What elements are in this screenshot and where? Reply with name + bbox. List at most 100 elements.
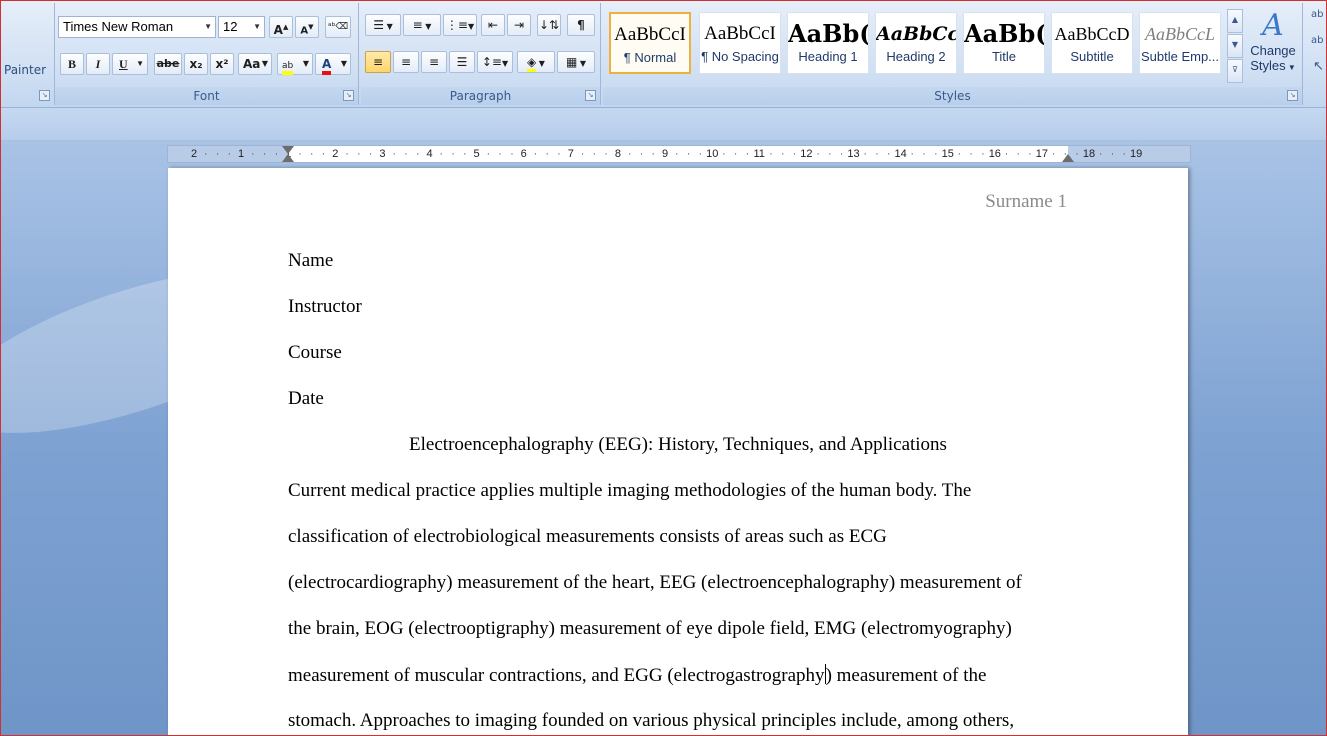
sort-button[interactable]: ↓⇅ (537, 14, 561, 36)
scroll-down-icon[interactable]: ▼ (1227, 34, 1243, 58)
style-sample: AaBbCcI (704, 23, 776, 44)
bold-button[interactable]: B (60, 53, 84, 75)
ruler-number: 2 (190, 148, 198, 160)
change-case-button[interactable]: Aa ▼ (238, 53, 272, 75)
justify-button[interactable]: ☰ (449, 51, 475, 73)
paint-bucket-icon: ◈ (527, 55, 537, 72)
align-center-button[interactable]: ≡ (393, 51, 419, 73)
justify-icon: ☰ (456, 55, 468, 69)
shrink-font-button[interactable]: A▼ (295, 16, 319, 38)
increase-indent-button[interactable]: ⇥ (507, 14, 531, 36)
ruler-number: 14 (894, 148, 907, 160)
ruler-tick-mark: · (451, 148, 455, 160)
font-name-combo[interactable]: Times New Roman ▼ (58, 16, 216, 38)
style-heading-1[interactable]: AaBb( Heading 1 (787, 12, 869, 74)
ruler-tick-mark: · (545, 148, 550, 160)
font-group: Times New Roman ▼ 12 ▼ A▲ A▼ ᵃᵇ⌫ B I U ▼ … (55, 3, 359, 105)
ruler-tick-mark: · (698, 148, 703, 160)
ruler-number: 11 (753, 148, 765, 160)
clipboard-group: Painter ↘ (1, 3, 55, 105)
multilevel-list-button[interactable]: ⋮≡▼ (443, 14, 477, 36)
ruler-number: 3 (379, 148, 386, 160)
bullets-button[interactable]: ☰ ▼ (365, 14, 401, 36)
align-left-icon: ≡ (372, 55, 384, 69)
numbering-button[interactable]: ≡ ▼ (403, 14, 441, 36)
line-spacing-button[interactable]: ↕≡▼ (477, 51, 513, 73)
format-painter-button[interactable]: Painter (4, 63, 46, 77)
line-spacing-icon: ↕≡ (481, 55, 502, 69)
align-left-button[interactable]: ≡ (365, 51, 391, 73)
highlight-button[interactable]: ab ▼ (277, 53, 313, 75)
ruler-tick-mark: · (486, 148, 491, 160)
align-right-button[interactable]: ≡ (421, 51, 447, 73)
underline-button[interactable]: U ▼ (112, 53, 148, 75)
clipboard-launcher-icon[interactable]: ↘ (39, 90, 50, 101)
align-right-icon: ≡ (428, 55, 440, 69)
ruler-number: 13 (847, 148, 860, 160)
select-cursor-icon[interactable]: ↖ (1313, 59, 1324, 74)
ruler-tick-mark: · (404, 148, 408, 160)
font-size-combo[interactable]: 12 ▼ (218, 16, 265, 38)
paragraph-group-label: Paragraph (361, 87, 600, 105)
style-subtitle[interactable]: AaBbCcD Subtitle (1051, 12, 1133, 74)
shading-button[interactable]: ◈ ▼ (517, 51, 555, 73)
hanging-indent-marker[interactable] (282, 154, 294, 162)
align-center-icon: ≡ (400, 55, 412, 69)
ruler-tick-mark: · (957, 148, 962, 160)
style-heading-2[interactable]: AaBbCc Heading 2 (875, 12, 957, 74)
ruler-tick-mark: · (839, 148, 844, 160)
more-styles-icon[interactable]: ⊽ (1227, 59, 1243, 83)
superscript-button[interactable]: x² (210, 53, 234, 75)
font-launcher-icon[interactable]: ↘ (343, 90, 354, 101)
style-title[interactable]: AaBb( Title (963, 12, 1045, 74)
shrink-font-icon: A (300, 25, 309, 37)
style-name: ¶ Normal (623, 50, 677, 65)
ruler-tick-mark: · (1122, 148, 1127, 160)
ruler-tick-mark: · (533, 148, 538, 160)
font-color-button[interactable]: A ▼ (315, 53, 351, 75)
ruler-tick-mark: · (651, 148, 656, 160)
right-indent-marker[interactable] (1062, 154, 1074, 162)
strikethrough-button[interactable]: abe (154, 53, 182, 75)
show-formatting-button[interactable]: ¶ (567, 14, 595, 36)
styles-launcher-icon[interactable]: ↘ (1287, 90, 1298, 101)
instructor-line: Instructor (288, 296, 362, 317)
italic-button[interactable]: I (86, 53, 110, 75)
body-line: classification of electrobiological meas… (288, 526, 887, 547)
ruler-tick-mark: · (439, 148, 444, 160)
change-styles-button[interactable]: A Change Styles ▼ (1247, 9, 1299, 85)
chevron-down-icon: ▼ (253, 22, 261, 31)
change-styles-icon: A (1262, 8, 1284, 43)
document-page[interactable]: Surname 1 Name Instructor Course Date El… (168, 168, 1188, 735)
ruler-tick-mark: · (769, 148, 773, 160)
style-no-spacing[interactable]: AaBbCcI ¶ No Spacing (699, 12, 781, 74)
replace-icon[interactable]: ab (1311, 35, 1323, 46)
first-line-indent-marker[interactable] (282, 146, 294, 154)
clear-formatting-button[interactable]: ᵃᵇ⌫ (325, 16, 351, 38)
ruler-tick-mark: · (933, 148, 938, 160)
paragraph-group: ☰ ▼ ≡ ▼ ⋮≡▼ ⇤ ⇥ ↓⇅ ¶ ≡ ≡ ≡ ☰ ↕≡▼ ◈ ▼ ▦ ▼… (361, 3, 601, 105)
ruler-tick-mark: · (1110, 148, 1115, 160)
subscript-button[interactable]: x₂ (184, 53, 208, 75)
ruler-tick-mark: · (875, 148, 879, 160)
style-sample: AaBbCcI (614, 24, 686, 45)
style-subtle-emphasis[interactable]: AaBbCcL Subtle Emp... (1139, 12, 1221, 74)
scroll-up-icon[interactable]: ▲ (1227, 9, 1243, 33)
body-line: (electrocardiography) measurement of the… (288, 572, 1022, 593)
style-name: Title (991, 49, 1017, 64)
horizontal-ruler[interactable]: 2 · · · 1 · · · 1 · · · 2 · · · 3 · · · 4 · · · 5 · · · 6 · · · 7 · · · 8 · · ·… (167, 145, 1191, 163)
paragraph-launcher-icon[interactable]: ↘ (585, 90, 596, 101)
change-case-icon: Aa (243, 57, 261, 71)
borders-icon: ▦ (565, 55, 578, 69)
find-icon[interactable]: ab (1311, 9, 1323, 20)
change-styles-label: Styles (1250, 58, 1286, 73)
ruler-tick-mark: · (910, 148, 915, 160)
ruler-tick-mark: · (674, 148, 679, 160)
decrease-indent-button[interactable]: ⇤ (481, 14, 505, 36)
ruler-tick-mark: · (639, 148, 644, 160)
style-normal[interactable]: AaBbCcI ¶ Normal (609, 12, 691, 74)
borders-button[interactable]: ▦ ▼ (557, 51, 595, 73)
ruler-tick-mark: · (981, 148, 985, 160)
sort-icon: ↓⇅ (538, 18, 560, 32)
grow-font-button[interactable]: A▲ (269, 16, 293, 38)
